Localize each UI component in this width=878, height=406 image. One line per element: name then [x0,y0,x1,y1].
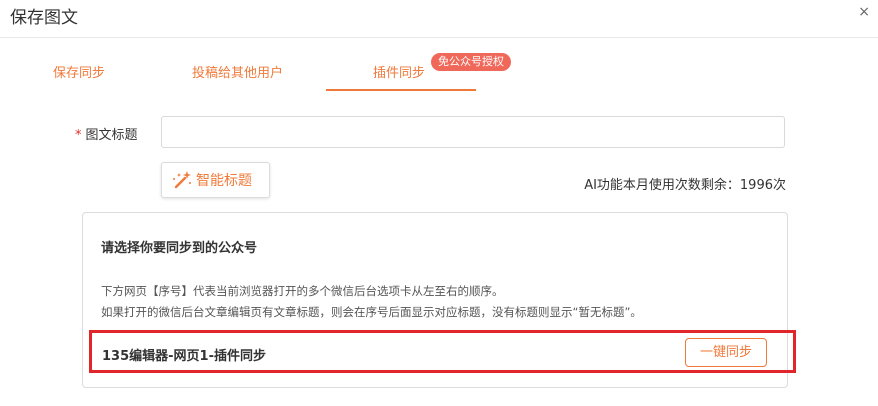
title-field-label: * 图文标题 [75,124,138,143]
active-tab-indicator [326,89,476,91]
no-auth-badge: 免公众号授权 [431,53,511,71]
tab-plugin-sync[interactable]: 插件同步 [373,62,425,81]
tab-bar: 保存同步 投稿给其他用户 插件同步 免公众号授权 [0,38,878,92]
tab-save-sync[interactable]: 保存同步 [53,62,105,81]
panel-description-line-1: 下方网页【序号】代表当前浏览器打开的多个微信后台选项卡从左至右的顺序。 [101,284,504,298]
sync-target-label: 135编辑器-网页1-插件同步 [102,349,266,364]
dialog-header: 保存图文 × [0,0,878,38]
title-label-text: 图文标题 [85,128,138,143]
ai-quota-text: AI功能本月使用次数剩余：1996次 [584,178,786,193]
one-click-sync-button[interactable]: 一键同步 [685,338,767,367]
tab-submit-to-users[interactable]: 投稿给其他用户 [192,62,283,81]
panel-description-line-2: 如果打开的微信后台文章编辑页有文章标题，则会在序号后面显示对应标题，没有标题则显… [101,305,642,319]
title-input[interactable] [161,116,785,148]
smart-title-label: 智能标题 [196,173,252,189]
magic-wand-icon [173,171,191,189]
smart-title-button[interactable]: 智能标题 [161,162,270,198]
dialog-title: 保存图文 [10,8,78,28]
required-mark: * [75,128,82,143]
close-icon[interactable]: × [858,5,870,19]
panel-heading: 请选择你要同步到的公众号 [101,241,258,256]
